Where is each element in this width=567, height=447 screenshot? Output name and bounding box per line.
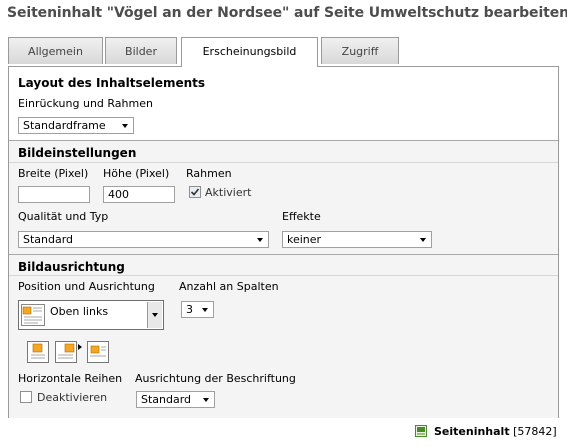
align-right-thumb[interactable]: [87, 341, 109, 363]
section-title-image-settings: Bildeinstellungen: [18, 146, 137, 160]
tab-allgemein[interactable]: Allgemein: [8, 37, 103, 64]
indent-select-value: Standardframe: [23, 119, 106, 132]
chevron-down-icon: [257, 238, 263, 242]
rows-checkbox-label: Deaktivieren: [37, 391, 108, 404]
quality-select-value: Standard: [23, 233, 74, 246]
columns-select[interactable]: 3: [181, 301, 214, 318]
rows-checkbox[interactable]: [20, 391, 32, 403]
content-element-icon[interactable]: [415, 425, 427, 437]
effects-select-value: keiner: [287, 233, 322, 246]
chevron-down-icon: [420, 238, 426, 242]
align-top-left-thumb[interactable]: [27, 341, 49, 363]
position-label: Position und Ausrichtung: [18, 280, 155, 293]
width-input[interactable]: [18, 186, 90, 203]
tab-bilder[interactable]: Bilder: [105, 37, 177, 64]
width-label: Breite (Pixel): [18, 167, 89, 180]
indent-select[interactable]: Standardframe: [18, 117, 134, 134]
footer-record-label: Seiteninhalt: [434, 425, 510, 438]
caption-align-select-value: Standard: [141, 393, 192, 406]
columns-select-value: 3: [186, 303, 193, 316]
image-above-right-icon: [58, 343, 75, 359]
border-checkbox[interactable]: [189, 186, 201, 198]
indent-label: Einrückung und Rahmen: [18, 97, 153, 110]
form-panel: Layout des Inhaltselements Einrückung un…: [8, 66, 559, 418]
page-title: Seiteninhalt "Vögel an der Nordsee" auf …: [7, 5, 567, 21]
columns-label: Anzahl an Spalten: [179, 280, 279, 293]
tab-zugriff[interactable]: Zugriff: [321, 37, 399, 64]
effects-select[interactable]: keiner: [282, 231, 432, 248]
checkmark-icon: [190, 188, 200, 196]
footer-record-id: [57842]: [513, 425, 557, 438]
position-select[interactable]: Oben links: [18, 300, 164, 330]
quality-label: Qualität und Typ: [18, 210, 109, 223]
section-title-layout: Layout des Inhaltselements: [18, 76, 206, 90]
caption-align-label: Ausrichtung der Beschriftung: [135, 372, 296, 385]
border-label: Rahmen: [186, 167, 232, 180]
align-above-right-thumb[interactable]: [55, 341, 77, 363]
position-select-button[interactable]: [147, 302, 162, 328]
image-top-left-icon: [21, 304, 45, 326]
section-title-image-alignment: Bildausrichtung: [18, 260, 125, 274]
chevron-down-icon: [203, 398, 209, 402]
height-input[interactable]: 400: [103, 186, 175, 203]
effects-label: Effekte: [282, 210, 321, 223]
quality-select[interactable]: Standard: [18, 231, 269, 248]
height-label: Höhe (Pixel): [103, 167, 170, 180]
arrow-right-icon: [78, 344, 82, 350]
position-select-value: Oben links: [50, 305, 109, 318]
chevron-down-icon: [202, 308, 208, 312]
caption-align-select[interactable]: Standard: [136, 391, 215, 408]
chevron-down-icon: [122, 124, 128, 128]
image-right-icon: [90, 345, 106, 357]
rows-label: Horizontale Reihen: [18, 372, 123, 385]
footer-record: Seiteninhalt [57842]: [434, 425, 557, 438]
image-above-icon: [31, 343, 45, 359]
tab-erscheinungsbild[interactable]: Erscheinungsbild: [181, 37, 318, 67]
border-checkbox-label: Aktiviert: [205, 186, 252, 199]
chevron-down-icon: [152, 313, 158, 317]
